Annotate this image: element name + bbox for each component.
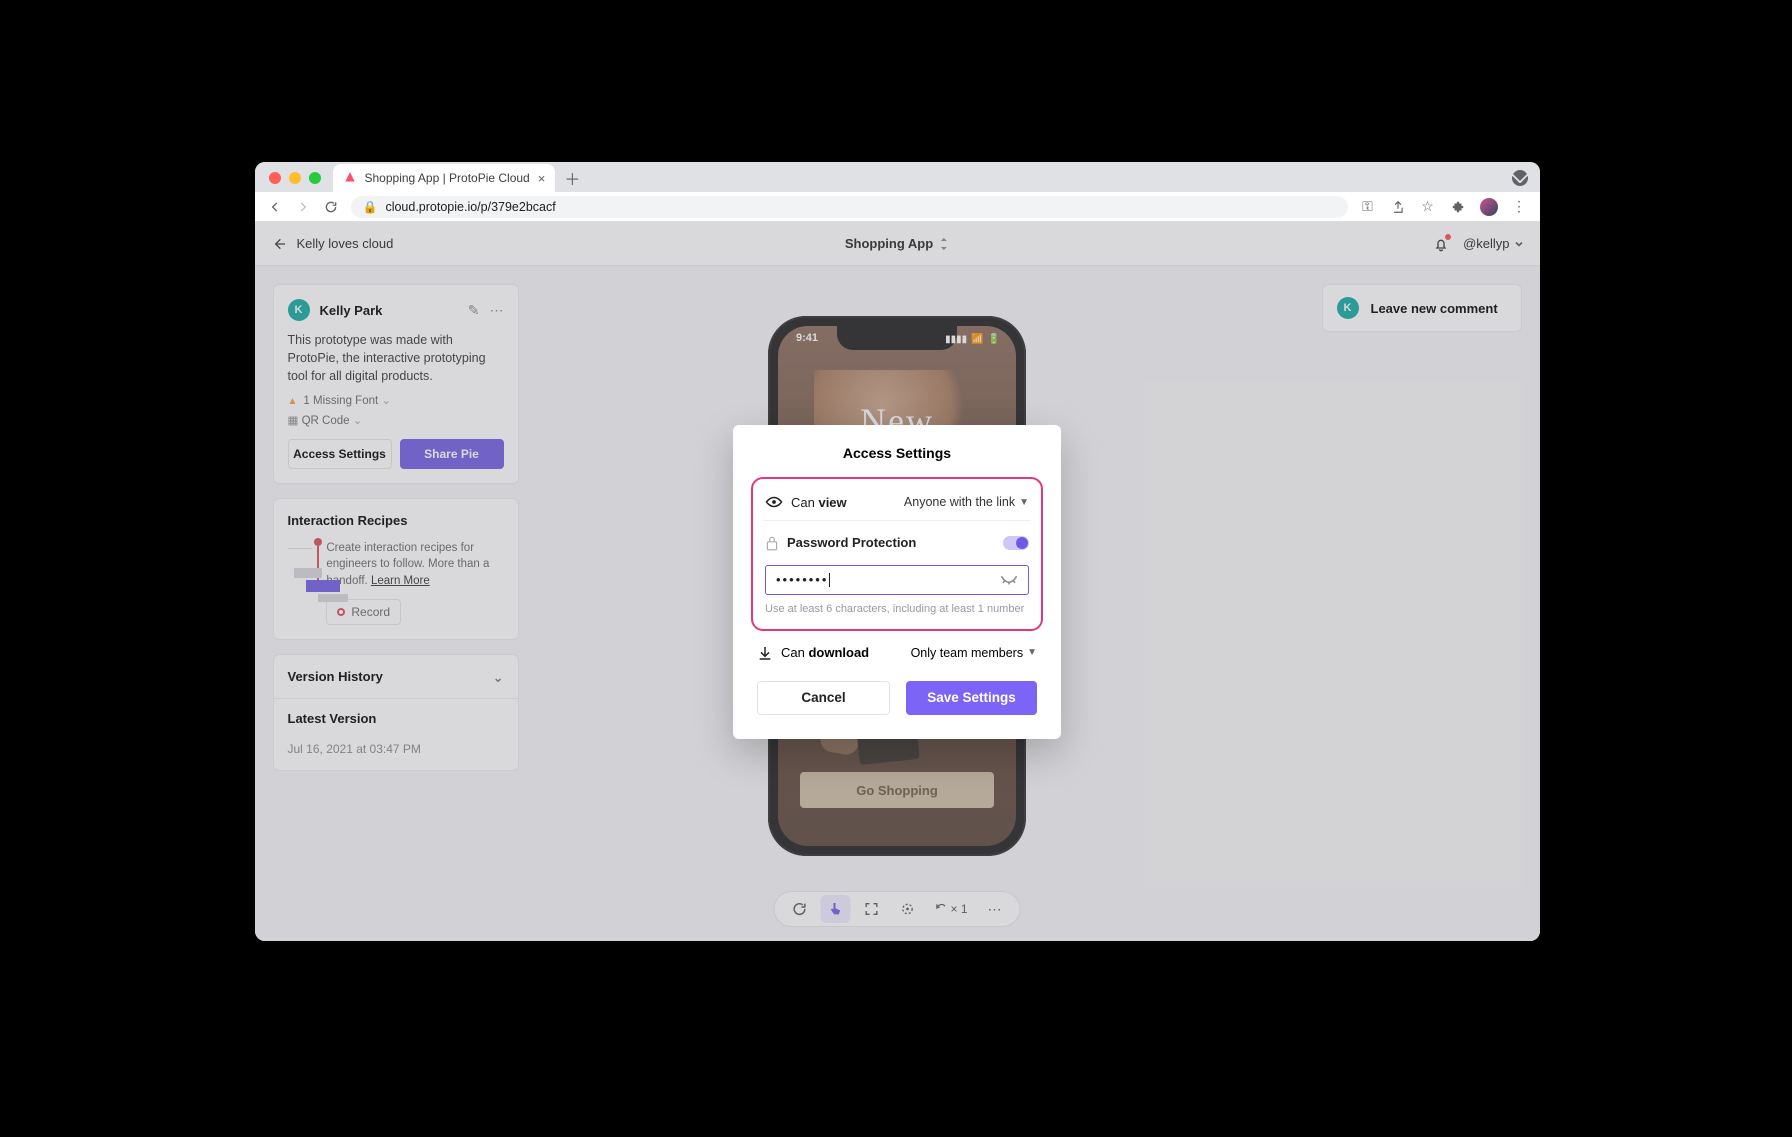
url-text: cloud.protopie.io/p/379e2bcacf: [385, 200, 555, 214]
back-button[interactable]: [267, 199, 283, 215]
chrome-account-icon[interactable]: [1512, 170, 1528, 186]
recipes-illustration: [288, 540, 313, 604]
notification-badge: [1445, 234, 1451, 240]
password-input[interactable]: ••••••••: [765, 565, 1029, 595]
tab-title: Shopping App | ProtoPie Cloud: [365, 171, 530, 185]
app-header: Kelly loves cloud Shopping App @kellyp: [255, 222, 1540, 266]
minimize-window-button[interactable]: [289, 172, 301, 184]
more-tools-icon[interactable]: ⋯: [980, 895, 1010, 923]
caret-down-icon: ▼: [1027, 647, 1037, 658]
password-protection-label: Password Protection: [787, 535, 916, 550]
author-name: Kelly Park: [320, 303, 458, 318]
missing-font-link[interactable]: 1 Missing Font: [288, 393, 504, 407]
record-icon: [337, 608, 345, 616]
rotate-zoom-control[interactable]: × 1: [928, 902, 973, 916]
title-chevron-icon[interactable]: [939, 238, 949, 250]
download-permission-dropdown[interactable]: Only team members▼: [911, 646, 1037, 660]
highlighted-section: Can view Anyone with the link▼ Password …: [751, 477, 1043, 631]
address-bar[interactable]: 🔒 cloud.protopie.io/p/379e2bcacf: [351, 196, 1348, 218]
version-history-toggle[interactable]: Version History ⌃: [274, 655, 518, 699]
version-latest[interactable]: Latest Version: [274, 699, 518, 738]
fullscreen-window-button[interactable]: [309, 172, 321, 184]
app-area: Kelly loves cloud Shopping App @kellyp: [255, 222, 1540, 941]
password-key-icon[interactable]: ⚿: [1360, 199, 1376, 215]
browser-tab[interactable]: Shopping App | ProtoPie Cloud ×: [333, 164, 556, 192]
lock-icon: 🔒: [363, 200, 378, 214]
more-icon[interactable]: ⋯: [490, 302, 504, 319]
close-window-button[interactable]: [269, 172, 281, 184]
target-icon[interactable]: [892, 895, 922, 923]
touch-indicator-icon[interactable]: [820, 895, 850, 923]
can-download-label: Can download: [781, 645, 869, 660]
browser-tab-strip: Shopping App | ProtoPie Cloud × ＋: [255, 162, 1540, 192]
chevron-down-icon: [1514, 239, 1524, 249]
new-comment-button[interactable]: K Leave new comment: [1322, 284, 1522, 332]
chrome-menu-icon[interactable]: ⋮: [1512, 199, 1528, 215]
comment-avatar: K: [1337, 297, 1359, 319]
browser-window: Shopping App | ProtoPie Cloud × ＋ 🔒 clou…: [255, 162, 1540, 941]
version-card: Version History ⌃ Latest Version Jul 16,…: [273, 654, 519, 771]
notifications-icon[interactable]: [1433, 236, 1449, 252]
phone-status-icons: ▮▮▮▮📶🔋: [945, 334, 1000, 345]
extensions-icon[interactable]: [1450, 199, 1466, 215]
edit-icon[interactable]: ✎: [468, 302, 480, 319]
version-date: Jul 16, 2021 at 03:47 PM: [274, 738, 518, 770]
password-hint: Use at least 6 characters, including at …: [765, 603, 1029, 615]
password-value: ••••••••: [776, 572, 830, 588]
can-view-label: Can view: [791, 495, 847, 510]
rotate-icon: [934, 902, 948, 916]
page-title: Shopping App: [845, 236, 933, 251]
view-permission-dropdown[interactable]: Anyone with the link▼: [904, 495, 1029, 509]
recipes-card: Interaction Recipes Create interaction r…: [273, 498, 519, 640]
cancel-button[interactable]: Cancel: [757, 681, 890, 715]
recipes-title: Interaction Recipes: [288, 513, 504, 528]
access-settings-modal: Access Settings Can view Anyone with the…: [733, 425, 1061, 739]
info-card: K Kelly Park ✎ ⋯ This prototype was made…: [273, 284, 519, 484]
phone-status-time: 9:41: [796, 332, 818, 344]
restart-icon[interactable]: [784, 895, 814, 923]
share-icon[interactable]: [1390, 199, 1406, 215]
learn-more-link[interactable]: Learn More: [371, 575, 430, 587]
go-shopping-button[interactable]: Go Shopping: [800, 772, 994, 808]
share-pie-button[interactable]: Share Pie: [400, 439, 504, 469]
browser-toolbar: 🔒 cloud.protopie.io/p/379e2bcacf ⚿ ☆ ⋮: [255, 192, 1540, 222]
save-settings-button[interactable]: Save Settings: [906, 681, 1037, 715]
eye-icon: [765, 495, 783, 509]
preview-toolbar: × 1 ⋯: [773, 891, 1020, 927]
back-arrow-icon[interactable]: [271, 236, 287, 252]
username[interactable]: @kellyp: [1463, 236, 1523, 251]
bookmark-star-icon[interactable]: ☆: [1420, 199, 1436, 215]
comment-label: Leave new comment: [1371, 301, 1498, 316]
record-button[interactable]: Record: [326, 599, 401, 626]
forward-button[interactable]: [295, 199, 311, 215]
breadcrumb[interactable]: Kelly loves cloud: [297, 236, 394, 251]
access-settings-button[interactable]: Access Settings: [288, 439, 392, 469]
fullscreen-icon[interactable]: [856, 895, 886, 923]
protopie-icon: [343, 171, 357, 185]
caret-down-icon: ▼: [1019, 497, 1029, 508]
prototype-description: This prototype was made with ProtoPie, t…: [288, 331, 504, 385]
download-icon: [757, 645, 773, 661]
phone-notch: [837, 326, 957, 350]
author-avatar: K: [288, 299, 310, 321]
qr-code-link[interactable]: ▦ QR Code: [288, 413, 504, 427]
reveal-password-icon[interactable]: [1000, 574, 1018, 586]
window-traffic-lights: [269, 172, 321, 184]
chevron-up-icon: ⌃: [493, 670, 503, 684]
modal-title: Access Settings: [733, 425, 1061, 477]
password-toggle[interactable]: [1003, 536, 1029, 550]
new-tab-button[interactable]: ＋: [561, 167, 583, 189]
lock-icon: [765, 535, 779, 551]
close-tab-icon[interactable]: ×: [538, 171, 546, 186]
profile-avatar-icon[interactable]: [1480, 198, 1498, 216]
reload-button[interactable]: [323, 199, 339, 215]
